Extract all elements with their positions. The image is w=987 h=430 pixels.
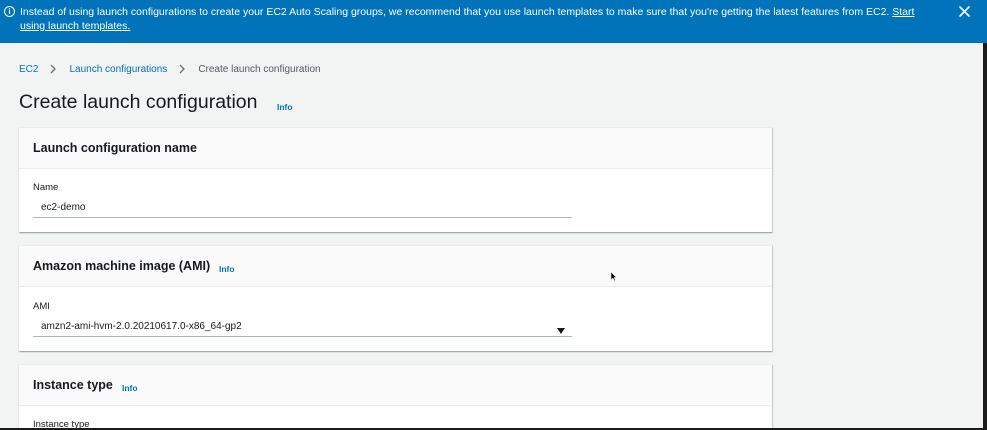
name-input[interactable]: ec2-demo (33, 197, 572, 218)
page-info-link[interactable]: Info (277, 102, 293, 112)
page-title: Create launch configuration (19, 91, 258, 113)
ami-field-label: AMI (33, 301, 50, 312)
instance-type-info-link[interactable]: Info (122, 383, 138, 393)
ami-panel: Amazon machine image (AMI) Info AMI amzn… (19, 245, 772, 351)
panel-header: Amazon machine image (AMI) Info (19, 246, 772, 287)
breadcrumb: EC2 Launch configurations Create launch … (19, 62, 321, 76)
window-edge (983, 43, 987, 430)
panel-header: Launch configuration name (19, 128, 772, 169)
panel-title: Instance type (33, 378, 113, 392)
notification-banner: i Instead of using launch configurations… (0, 0, 987, 43)
ami-selected-value: amzn2-ami-hvm-2.0.20210617.0-x86_64-gp2 (41, 321, 242, 332)
panel-title: Amazon machine image (AMI) (33, 259, 211, 273)
caret-down-icon (556, 322, 566, 334)
breadcrumb-ec2[interactable]: EC2 (19, 64, 38, 75)
panel-title: Launch configuration name (33, 141, 197, 155)
launch-configuration-name-panel: Launch configuration name Name ec2-demo (19, 127, 772, 232)
instance-type-panel: Instance type Info Instance type (19, 364, 772, 430)
breadcrumb-current: Create launch configuration (198, 63, 321, 75)
name-field-label: Name (33, 182, 59, 193)
panel-header: Instance type Info (19, 365, 772, 406)
mouse-cursor-icon (610, 268, 618, 282)
ami-select[interactable]: amzn2-ami-hvm-2.0.20210617.0-x86_64-gp2 (33, 316, 572, 337)
breadcrumb-launch-configurations[interactable]: Launch configurations (69, 64, 167, 75)
banner-message: Instead of using launch configurations t… (20, 5, 940, 33)
info-circle-icon: i (4, 6, 15, 17)
banner-text: Instead of using launch configurations t… (20, 6, 890, 18)
ami-info-link[interactable]: Info (219, 264, 235, 274)
chevron-right-icon (49, 64, 57, 74)
chevron-right-icon (178, 64, 186, 74)
close-icon[interactable] (957, 4, 973, 20)
